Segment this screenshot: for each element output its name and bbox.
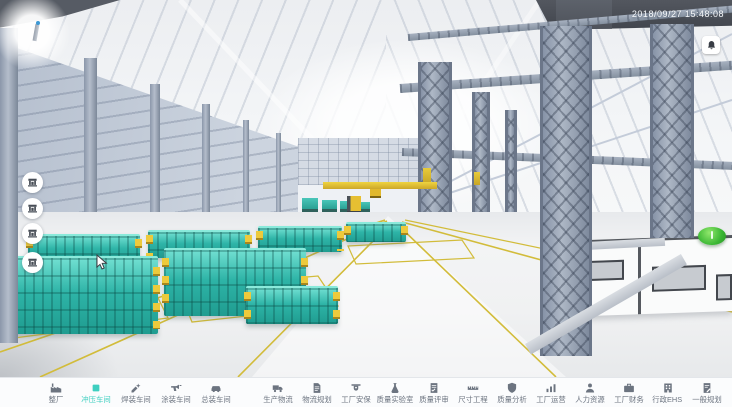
press-icon bbox=[27, 257, 38, 268]
welding-icon bbox=[130, 382, 142, 394]
toolbar-item-label: 行政EHS bbox=[653, 396, 683, 403]
toolbar-item-label: 质量实验室 bbox=[376, 396, 413, 403]
toolbar-item-painting-shop[interactable]: 涂装车间 bbox=[156, 382, 196, 404]
toolbar-item-label: 尺寸工程 bbox=[458, 396, 487, 403]
side-button-press-line-4[interactable] bbox=[22, 252, 43, 273]
building-icon bbox=[662, 382, 674, 394]
toolbar-item-label: 工厂安保 bbox=[341, 396, 370, 403]
window bbox=[716, 274, 732, 301]
ruler-icon bbox=[467, 382, 479, 394]
truck-icon bbox=[272, 382, 284, 394]
mouse-cursor bbox=[96, 254, 108, 270]
steel-column bbox=[0, 28, 18, 343]
toolbar-item-label: 质量分析 bbox=[497, 396, 526, 403]
toolbar-item-label: 生产物流 bbox=[263, 396, 292, 403]
toolbar-item-label: 冲压车间 bbox=[81, 396, 110, 403]
briefcase-icon bbox=[623, 382, 635, 394]
toolbar-item-welding-shop[interactable]: 焊装车间 bbox=[116, 382, 156, 404]
report-icon bbox=[428, 382, 440, 394]
factory-icon bbox=[50, 382, 62, 394]
toolbar-item-human-resources[interactable]: 人力资源 bbox=[570, 382, 609, 404]
poi-marker[interactable] bbox=[698, 227, 726, 245]
toolbar-item-quality-lab[interactable]: 质量实验室 bbox=[375, 382, 414, 404]
chart-icon bbox=[545, 382, 557, 394]
die-stack bbox=[346, 222, 406, 242]
notification-button[interactable] bbox=[702, 36, 720, 54]
stack-beacon bbox=[36, 21, 40, 25]
stamping-icon bbox=[90, 382, 102, 394]
toolbar-item-label: 整厂 bbox=[49, 396, 64, 403]
toolbar-item-label: 质量评审 bbox=[419, 396, 448, 403]
toolbar-item-label: 工厂运营 bbox=[536, 396, 565, 403]
lattice-column bbox=[540, 26, 592, 356]
toolbar-item-label: 涂装车间 bbox=[161, 396, 190, 403]
assembly-icon bbox=[210, 382, 222, 394]
camera-icon bbox=[350, 382, 362, 394]
digital-twin-app: 2018/09/27 15:48:08 整厂 冲压车间 焊装车间 涂装车间 总装车间 生… bbox=[0, 0, 732, 407]
press-icon bbox=[27, 203, 38, 214]
toolbar-item-factory-security[interactable]: 工厂安保 bbox=[336, 382, 375, 404]
shield-icon bbox=[506, 382, 518, 394]
toolbar-item-label: 物流规划 bbox=[302, 396, 331, 403]
side-button-press-line-1[interactable] bbox=[22, 172, 43, 193]
toolbar-item-dimension-engineering[interactable]: 尺寸工程 bbox=[453, 382, 492, 404]
painting-icon bbox=[170, 382, 182, 394]
module-nav-group: 生产物流 物流规划 工厂安保质量实验室质量评审 尺寸工程 质量分析 工厂运营 人力资源 工厂财… bbox=[258, 382, 726, 404]
flask-icon bbox=[389, 382, 401, 394]
bell-icon bbox=[706, 40, 717, 51]
side-button-press-line-2[interactable] bbox=[22, 198, 43, 219]
toolbar-item-plant-overview[interactable]: 整厂 bbox=[36, 382, 76, 404]
document-icon bbox=[311, 382, 323, 394]
toolbar-item-logistics-planning[interactable]: 物流规划 bbox=[297, 382, 336, 404]
3d-viewport[interactable] bbox=[0, 0, 732, 377]
toolbar-item-assembly-shop[interactable]: 总装车间 bbox=[196, 382, 236, 404]
toolbar-item-label: 人力资源 bbox=[575, 396, 604, 403]
toolbar-item-stamping-shop[interactable]: 冲压车间 bbox=[76, 382, 116, 404]
plan-icon bbox=[701, 382, 713, 394]
toolbar-item-factory-operations[interactable]: 工厂运营 bbox=[531, 382, 570, 404]
toolbar-item-production-logistics[interactable]: 生产物流 bbox=[258, 382, 297, 404]
toolbar-item-admin-ehs[interactable]: 行政EHS bbox=[648, 382, 687, 404]
press-icon bbox=[27, 177, 38, 188]
toolbar-item-general-planning[interactable]: 一般规划 bbox=[687, 382, 726, 404]
side-button-press-line-3[interactable] bbox=[22, 223, 43, 244]
bottom-toolbar: 整厂 冲压车间 焊装车间 涂装车间 总装车间 生产物流 物流规划 工厂安保质量实验室质量评审… bbox=[0, 377, 732, 407]
press-icon bbox=[27, 228, 38, 239]
workshop-nav-group: 整厂 冲压车间 焊装车间 涂装车间 总装车间 bbox=[36, 382, 236, 404]
lattice-column bbox=[650, 24, 694, 238]
toolbar-item-quality-review[interactable]: 质量评审 bbox=[414, 382, 453, 404]
toolbar-item-label: 总装车间 bbox=[201, 396, 230, 403]
toolbar-item-label: 工厂财务 bbox=[614, 396, 643, 403]
toolbar-item-label: 焊装车间 bbox=[121, 396, 150, 403]
person-icon bbox=[584, 382, 596, 394]
toolbar-item-quality-analysis[interactable]: 质量分析 bbox=[492, 382, 531, 404]
toolbar-item-factory-finance[interactable]: 工厂财务 bbox=[609, 382, 648, 404]
datetime-display: 2018/09/27 15:48:08 bbox=[632, 9, 724, 19]
toolbar-item-label: 一般规划 bbox=[692, 396, 721, 403]
die-stack bbox=[246, 286, 338, 324]
